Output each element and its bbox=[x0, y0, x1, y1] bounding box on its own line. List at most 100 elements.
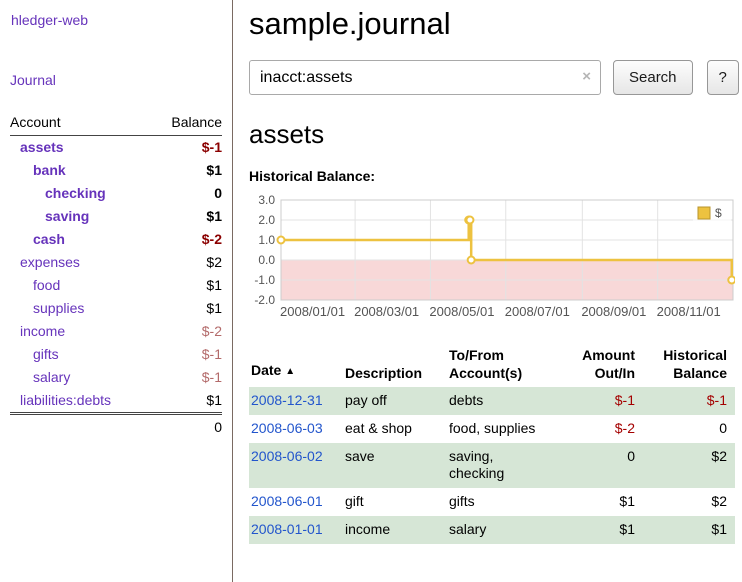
page-title: sample.journal bbox=[249, 6, 739, 42]
transaction-balance: $-1 bbox=[643, 387, 735, 415]
transaction-description: gift bbox=[343, 488, 447, 516]
svg-text:-1.0: -1.0 bbox=[254, 273, 275, 287]
app-brand: hledger-web bbox=[11, 12, 222, 28]
account-row: income $-2 bbox=[10, 320, 222, 343]
svg-text:2008/07/01: 2008/07/01 bbox=[505, 304, 570, 319]
col-amount: Amount Out/In bbox=[559, 344, 643, 387]
accounts-total: 0 bbox=[151, 414, 222, 440]
transaction-description: save bbox=[343, 443, 447, 488]
transaction-amount: $-1 bbox=[559, 387, 643, 415]
account-row: supplies $1 bbox=[10, 297, 222, 320]
search-button[interactable]: Search bbox=[613, 60, 693, 95]
account-row: food $1 bbox=[10, 274, 222, 297]
account-link-supplies[interactable]: supplies bbox=[33, 300, 84, 316]
account-link-bank[interactable]: bank bbox=[33, 162, 66, 178]
transaction-date-link[interactable]: 2008-01-01 bbox=[251, 521, 323, 537]
account-link-gifts[interactable]: gifts bbox=[33, 346, 59, 362]
transaction-date-link[interactable]: 2008-12-31 bbox=[251, 392, 323, 408]
transaction-date-link[interactable]: 2008-06-01 bbox=[251, 493, 323, 509]
search-form: × Search ? bbox=[249, 60, 739, 95]
chart-title: Historical Balance: bbox=[249, 168, 739, 184]
transaction-amount: $1 bbox=[559, 488, 643, 516]
svg-text:2008/03/01: 2008/03/01 bbox=[354, 304, 419, 319]
accounts-header-row: Account Balance bbox=[10, 112, 222, 136]
account-balance: $-1 bbox=[151, 343, 222, 366]
table-row: 2008-01-01 income salary $1 $1 bbox=[249, 516, 735, 544]
account-row: liabilities:debts $1 bbox=[10, 389, 222, 414]
transaction-balance: $2 bbox=[643, 488, 735, 516]
transaction-balance: 0 bbox=[643, 415, 735, 443]
account-link-checking[interactable]: checking bbox=[45, 185, 106, 201]
svg-text:-2.0: -2.0 bbox=[254, 293, 275, 307]
sidebar: hledger-web Journal Account Balance asse… bbox=[0, 0, 233, 582]
help-button[interactable]: ? bbox=[707, 60, 739, 95]
account-balance: 0 bbox=[151, 182, 222, 205]
transaction-amount: $-2 bbox=[559, 415, 643, 443]
account-balance: $1 bbox=[151, 389, 222, 414]
account-link-cash[interactable]: cash bbox=[33, 231, 65, 247]
account-link-liabilities-debts[interactable]: liabilities:debts bbox=[20, 392, 111, 408]
account-link-expenses[interactable]: expenses bbox=[20, 254, 80, 270]
transaction-amount: 0 bbox=[559, 443, 643, 488]
account-link-food[interactable]: food bbox=[33, 277, 60, 293]
account-balance: $1 bbox=[151, 205, 222, 228]
col-account: To/From Account(s) bbox=[447, 344, 559, 387]
transaction-description: pay off bbox=[343, 387, 447, 415]
col-balance: Historical Balance bbox=[643, 344, 735, 387]
account-row: assets $-1 bbox=[10, 136, 222, 160]
account-balance: $-2 bbox=[151, 228, 222, 251]
account-row: bank $1 bbox=[10, 159, 222, 182]
page: hledger-web Journal Account Balance asse… bbox=[0, 0, 742, 582]
account-link-saving[interactable]: saving bbox=[45, 208, 89, 224]
account-row: salary $-1 bbox=[10, 366, 222, 389]
svg-text:2008/09/01: 2008/09/01 bbox=[581, 304, 646, 319]
transaction-amount: $1 bbox=[559, 516, 643, 544]
sidebar-item-journal[interactable]: Journal bbox=[10, 72, 56, 88]
search-box: × bbox=[249, 60, 601, 95]
transaction-balance: $2 bbox=[643, 443, 735, 488]
transaction-accounts: saving, checking bbox=[447, 443, 559, 488]
account-link-salary[interactable]: salary bbox=[33, 369, 70, 385]
account-link-income[interactable]: income bbox=[20, 323, 65, 339]
register-table: Date ▲ Description To/From Account(s) Am… bbox=[249, 344, 735, 544]
col-date[interactable]: Date ▲ bbox=[249, 344, 343, 387]
account-balance: $2 bbox=[151, 251, 222, 274]
svg-text:2008/11/01: 2008/11/01 bbox=[657, 304, 721, 319]
transaction-description: eat & shop bbox=[343, 415, 447, 443]
account-balance: $-1 bbox=[151, 136, 222, 160]
sort-ascending-icon: ▲ bbox=[285, 366, 295, 377]
svg-text:1.0: 1.0 bbox=[258, 233, 275, 247]
account-heading: assets bbox=[249, 119, 739, 150]
account-row: cash $-2 bbox=[10, 228, 222, 251]
svg-text:0.0: 0.0 bbox=[258, 253, 275, 267]
transaction-date-link[interactable]: 2008-06-02 bbox=[251, 448, 323, 464]
col-description: Description bbox=[343, 344, 447, 387]
accounts-col-account: Account bbox=[10, 112, 151, 136]
account-balance: $1 bbox=[151, 297, 222, 320]
table-row: 2008-06-03 eat & shop food, supplies $-2… bbox=[249, 415, 735, 443]
accounts-table: Account Balance assets $-1 bank $1 check… bbox=[10, 112, 222, 439]
account-row: saving $1 bbox=[10, 205, 222, 228]
transaction-balance: $1 bbox=[643, 516, 735, 544]
account-link-assets[interactable]: assets bbox=[20, 139, 64, 155]
sidebar-nav: Journal bbox=[10, 72, 222, 88]
table-row: 2008-12-31 pay off debts $-1 $-1 bbox=[249, 387, 735, 415]
svg-text:2008/05/01: 2008/05/01 bbox=[429, 304, 494, 319]
table-row: 2008-06-02 save saving, checking 0 $2 bbox=[249, 443, 735, 488]
svg-text:$: $ bbox=[715, 206, 722, 220]
account-balance: $-1 bbox=[151, 366, 222, 389]
account-row: gifts $-1 bbox=[10, 343, 222, 366]
transaction-accounts: salary bbox=[447, 516, 559, 544]
transaction-description: income bbox=[343, 516, 447, 544]
clear-search-icon[interactable]: × bbox=[582, 68, 591, 85]
transaction-accounts: food, supplies bbox=[447, 415, 559, 443]
account-row: checking 0 bbox=[10, 182, 222, 205]
account-balance: $1 bbox=[151, 274, 222, 297]
svg-text:3.0: 3.0 bbox=[258, 193, 275, 207]
transaction-date-link[interactable]: 2008-06-03 bbox=[251, 420, 323, 436]
accounts-total-row: 0 bbox=[10, 414, 222, 440]
main-content: sample.journal × Search ? assets Histori… bbox=[233, 0, 742, 582]
search-input[interactable] bbox=[249, 60, 601, 95]
register-header-row: Date ▲ Description To/From Account(s) Am… bbox=[249, 344, 735, 387]
app-brand-link[interactable]: hledger-web bbox=[11, 12, 88, 28]
